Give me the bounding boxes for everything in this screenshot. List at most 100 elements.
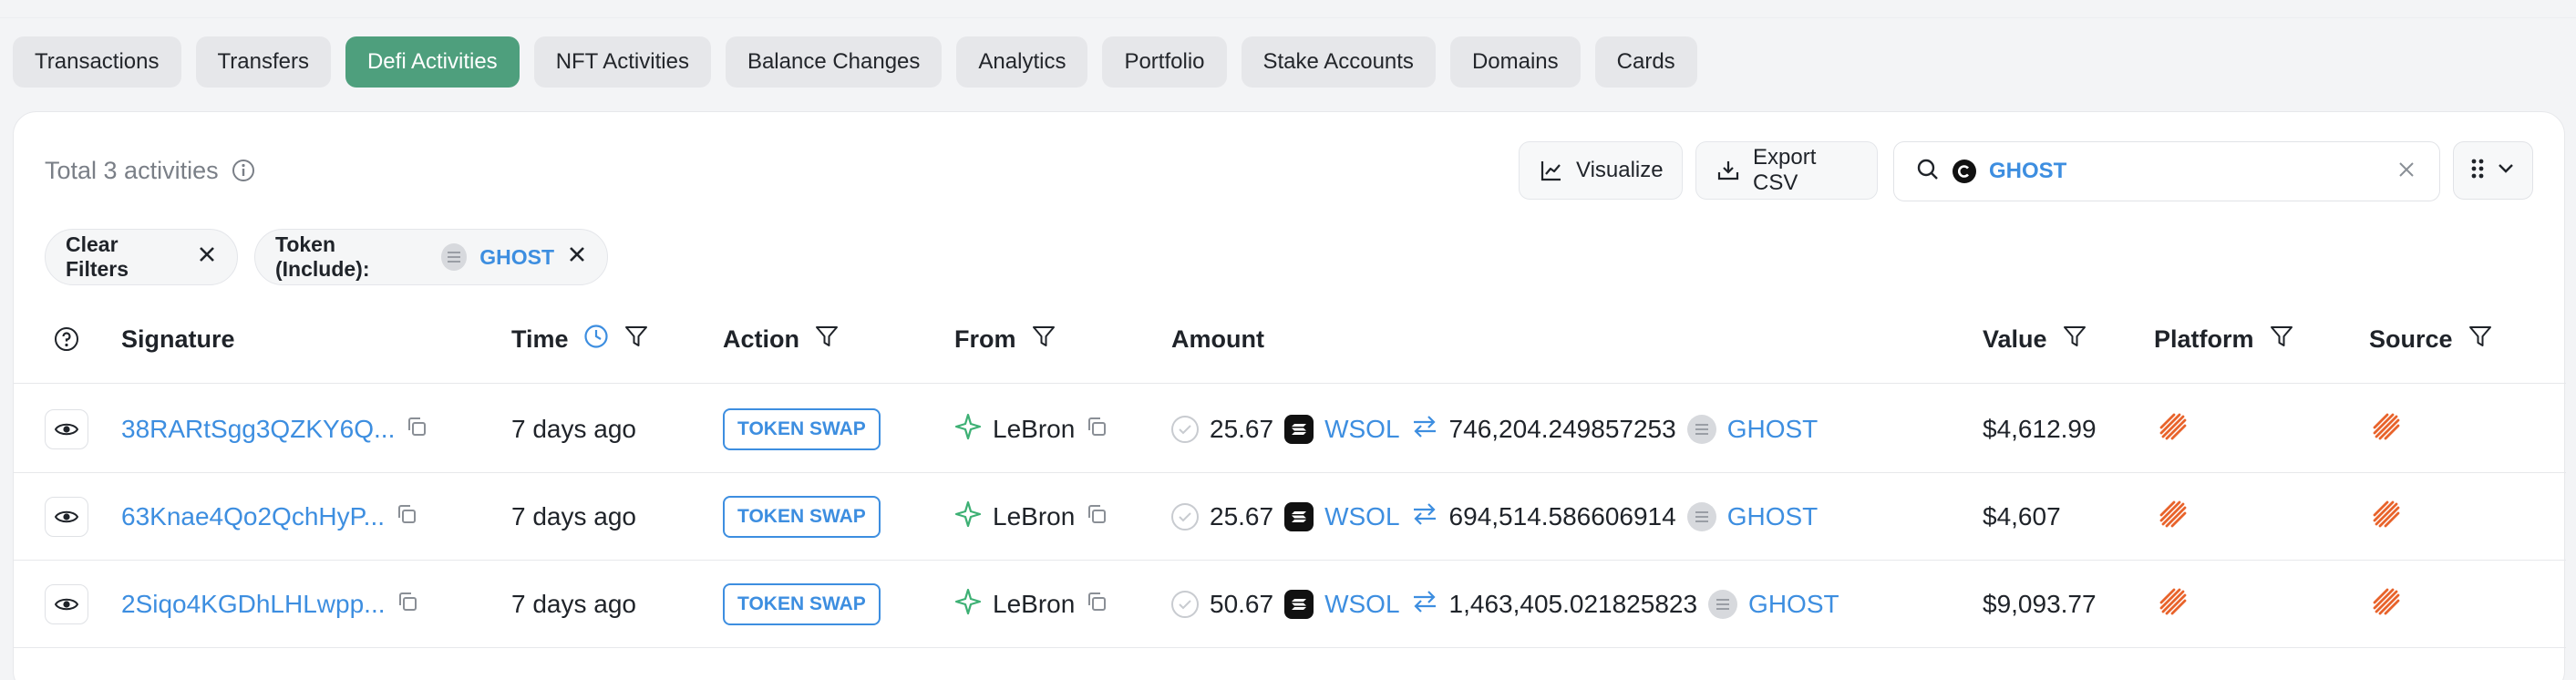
sparkle-icon bbox=[954, 588, 982, 622]
time-text: 7 days ago bbox=[511, 415, 636, 443]
tab-defi-activities[interactable]: Defi Activities bbox=[345, 36, 520, 88]
top-strip bbox=[0, 0, 2576, 18]
from-name[interactable]: LeBron bbox=[993, 415, 1075, 444]
platform-filter-icon[interactable] bbox=[2269, 324, 2294, 355]
signature-link[interactable]: 63Knae4Qo2QchHyP... bbox=[121, 502, 385, 531]
copy-icon[interactable] bbox=[397, 590, 418, 619]
tab-cards[interactable]: Cards bbox=[1594, 36, 1697, 88]
ghost-token-icon bbox=[1708, 590, 1738, 619]
signature-link[interactable]: 38RARtSgg3QZKY6Q... bbox=[121, 415, 395, 444]
platform-logo-icon[interactable] bbox=[2158, 411, 2189, 448]
action-badge: TOKEN SWAP bbox=[723, 583, 881, 625]
value-text: $4,612.99 bbox=[1983, 415, 2097, 443]
token-filter-value: GHOST bbox=[479, 244, 554, 269]
copy-icon[interactable] bbox=[1086, 502, 1108, 531]
remove-filter-icon[interactable] bbox=[567, 244, 587, 270]
source-logo-icon[interactable] bbox=[2371, 499, 2402, 536]
total-activities: Total 3 activities bbox=[45, 154, 255, 187]
check-circle-icon bbox=[1171, 591, 1199, 618]
source-filter-icon[interactable] bbox=[2468, 324, 2493, 355]
view-details-eye-icon[interactable] bbox=[45, 409, 88, 449]
view-details-eye-icon[interactable] bbox=[45, 584, 88, 624]
amount-in: 50.67 bbox=[1210, 590, 1274, 618]
column-time: Time bbox=[511, 294, 649, 384]
token-out-link[interactable]: GHOST bbox=[1727, 502, 1819, 531]
check-circle-icon bbox=[1171, 503, 1199, 531]
column-value: Value bbox=[1983, 294, 2087, 384]
column-time-label: Time bbox=[511, 325, 569, 353]
solana-icon bbox=[1284, 502, 1314, 531]
amount-in: 25.67 bbox=[1210, 502, 1274, 531]
search-input[interactable] bbox=[1989, 153, 2383, 190]
token-filter-chip[interactable]: Token (Include): GHOST bbox=[254, 229, 608, 285]
info-icon[interactable] bbox=[232, 159, 255, 182]
source-logo-icon[interactable] bbox=[2371, 411, 2402, 448]
column-platform-label: Platform bbox=[2154, 325, 2254, 353]
visualize-button[interactable]: Visualize bbox=[1519, 141, 1683, 200]
platform-logo-icon[interactable] bbox=[2158, 499, 2189, 536]
export-csv-button[interactable]: Export CSV bbox=[1695, 141, 1878, 200]
tab-transactions[interactable]: Transactions bbox=[13, 36, 181, 88]
sparkle-icon bbox=[954, 413, 982, 447]
swap-arrows-icon bbox=[1411, 589, 1438, 621]
tab-nft-activities[interactable]: NFT Activities bbox=[533, 36, 711, 88]
tab-domains[interactable]: Domains bbox=[1449, 36, 1581, 88]
time-filter-icon[interactable] bbox=[623, 324, 649, 355]
tab-balance-changes[interactable]: Balance Changes bbox=[725, 36, 943, 88]
search-icon bbox=[1916, 158, 1940, 186]
help-icon[interactable] bbox=[54, 294, 79, 384]
amount-out: 746,204.249857253 bbox=[1448, 415, 1676, 443]
copy-icon[interactable] bbox=[396, 502, 417, 531]
column-from-label: From bbox=[954, 325, 1016, 353]
token-in-link[interactable]: WSOL bbox=[1324, 415, 1399, 444]
amount-in: 25.67 bbox=[1210, 415, 1274, 443]
value-text: $4,607 bbox=[1983, 502, 2061, 531]
time-text: 7 days ago bbox=[511, 590, 636, 618]
tab-stake-accounts[interactable]: Stake Accounts bbox=[1241, 36, 1436, 88]
search-box[interactable] bbox=[1893, 141, 2440, 201]
clock-icon[interactable] bbox=[583, 324, 609, 355]
source-logo-icon[interactable] bbox=[2371, 586, 2402, 623]
signature-link[interactable]: 2Siqo4KGDhLHLwpp... bbox=[121, 590, 386, 619]
token-filter-label: Token (Include): bbox=[275, 232, 370, 281]
clear-filters-chip[interactable]: Clear Filters bbox=[45, 229, 238, 285]
amount-out: 694,514.586606914 bbox=[1448, 502, 1676, 531]
chart-icon bbox=[1540, 159, 1563, 182]
copy-icon[interactable] bbox=[1086, 590, 1108, 619]
column-signature: Signature bbox=[121, 294, 235, 384]
tab-analytics[interactable]: Analytics bbox=[956, 36, 1088, 88]
chevron-down-icon bbox=[2497, 162, 2515, 180]
column-signature-label: Signature bbox=[121, 325, 235, 353]
close-icon[interactable] bbox=[197, 244, 217, 270]
value-filter-icon[interactable] bbox=[2062, 324, 2087, 355]
clear-search-icon[interactable] bbox=[2396, 159, 2417, 185]
export-csv-label: Export CSV bbox=[1753, 145, 1817, 195]
ghost-token-icon bbox=[1686, 415, 1716, 444]
tab-transfers[interactable]: Transfers bbox=[195, 36, 331, 88]
action-filter-icon[interactable] bbox=[814, 324, 840, 355]
swap-arrows-icon bbox=[1411, 501, 1438, 533]
check-circle-icon bbox=[1171, 416, 1199, 443]
sparkle-icon bbox=[954, 500, 982, 534]
download-icon bbox=[1716, 159, 1740, 182]
column-source: Source bbox=[2369, 294, 2493, 384]
view-details-eye-icon[interactable] bbox=[45, 497, 88, 537]
total-activities-text: Total 3 activities bbox=[45, 156, 219, 184]
from-name[interactable]: LeBron bbox=[993, 502, 1075, 531]
column-amount: Amount bbox=[1171, 294, 1264, 384]
copy-icon[interactable] bbox=[406, 415, 428, 444]
platform-logo-icon[interactable] bbox=[2158, 586, 2189, 623]
table-row: 2Siqo4KGDhLHLwpp... 7 days ago TOKEN SWA… bbox=[14, 561, 2566, 648]
ghost-token-icon bbox=[440, 243, 468, 271]
token-in-link[interactable]: WSOL bbox=[1324, 502, 1399, 531]
token-in-link[interactable]: WSOL bbox=[1324, 590, 1399, 619]
token-out-link[interactable]: GHOST bbox=[1748, 590, 1839, 619]
from-name[interactable]: LeBron bbox=[993, 590, 1075, 619]
from-filter-icon[interactable] bbox=[1031, 324, 1056, 355]
column-from: From bbox=[954, 294, 1056, 384]
column-settings-button[interactable] bbox=[2453, 141, 2533, 200]
column-platform: Platform bbox=[2154, 294, 2294, 384]
tab-portfolio[interactable]: Portfolio bbox=[1102, 36, 1227, 88]
copy-icon[interactable] bbox=[1086, 415, 1108, 444]
token-out-link[interactable]: GHOST bbox=[1727, 415, 1819, 444]
